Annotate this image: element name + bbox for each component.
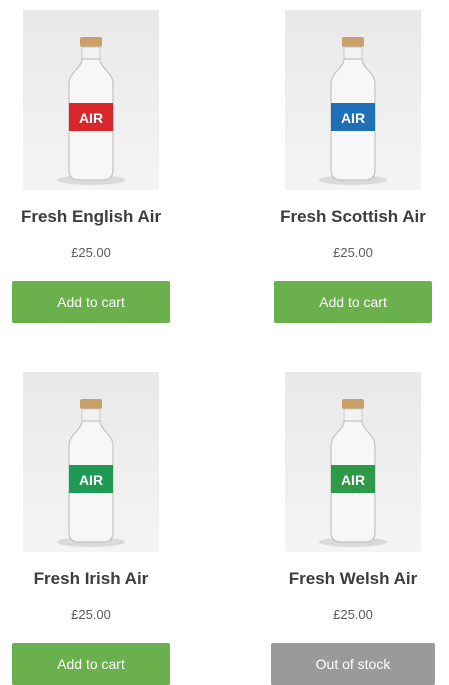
product-price: £25.00 [71, 607, 111, 622]
add-to-cart-button[interactable]: Add to cart [12, 643, 170, 685]
product-image[interactable]: AIR [285, 10, 421, 190]
product-title[interactable]: Fresh Scottish Air [262, 207, 444, 227]
label-text: AIR [79, 110, 103, 126]
bottle-image: AIR [57, 399, 125, 547]
product-title[interactable]: Fresh Irish Air [0, 569, 182, 589]
product-image[interactable]: AIR [285, 372, 421, 552]
product-title[interactable]: Fresh English Air [0, 207, 182, 227]
product-image[interactable]: AIR [23, 10, 159, 190]
add-to-cart-button[interactable]: Add to cart [12, 281, 170, 323]
product-price: £25.00 [71, 245, 111, 260]
bottle-image: AIR [319, 399, 387, 547]
product-image[interactable]: AIR [23, 372, 159, 552]
bottle-image: AIR [57, 37, 125, 185]
add-to-cart-button[interactable]: Add to cart [274, 281, 432, 323]
product-title[interactable]: Fresh Welsh Air [262, 569, 444, 589]
product-price: £25.00 [333, 607, 373, 622]
label-text: AIR [341, 472, 365, 488]
product-price: £25.00 [333, 245, 373, 260]
out-of-stock-button: Out of stock [271, 643, 435, 685]
label-text: AIR [79, 472, 103, 488]
label-text: AIR [341, 110, 365, 126]
bottle-image: AIR [319, 37, 387, 185]
